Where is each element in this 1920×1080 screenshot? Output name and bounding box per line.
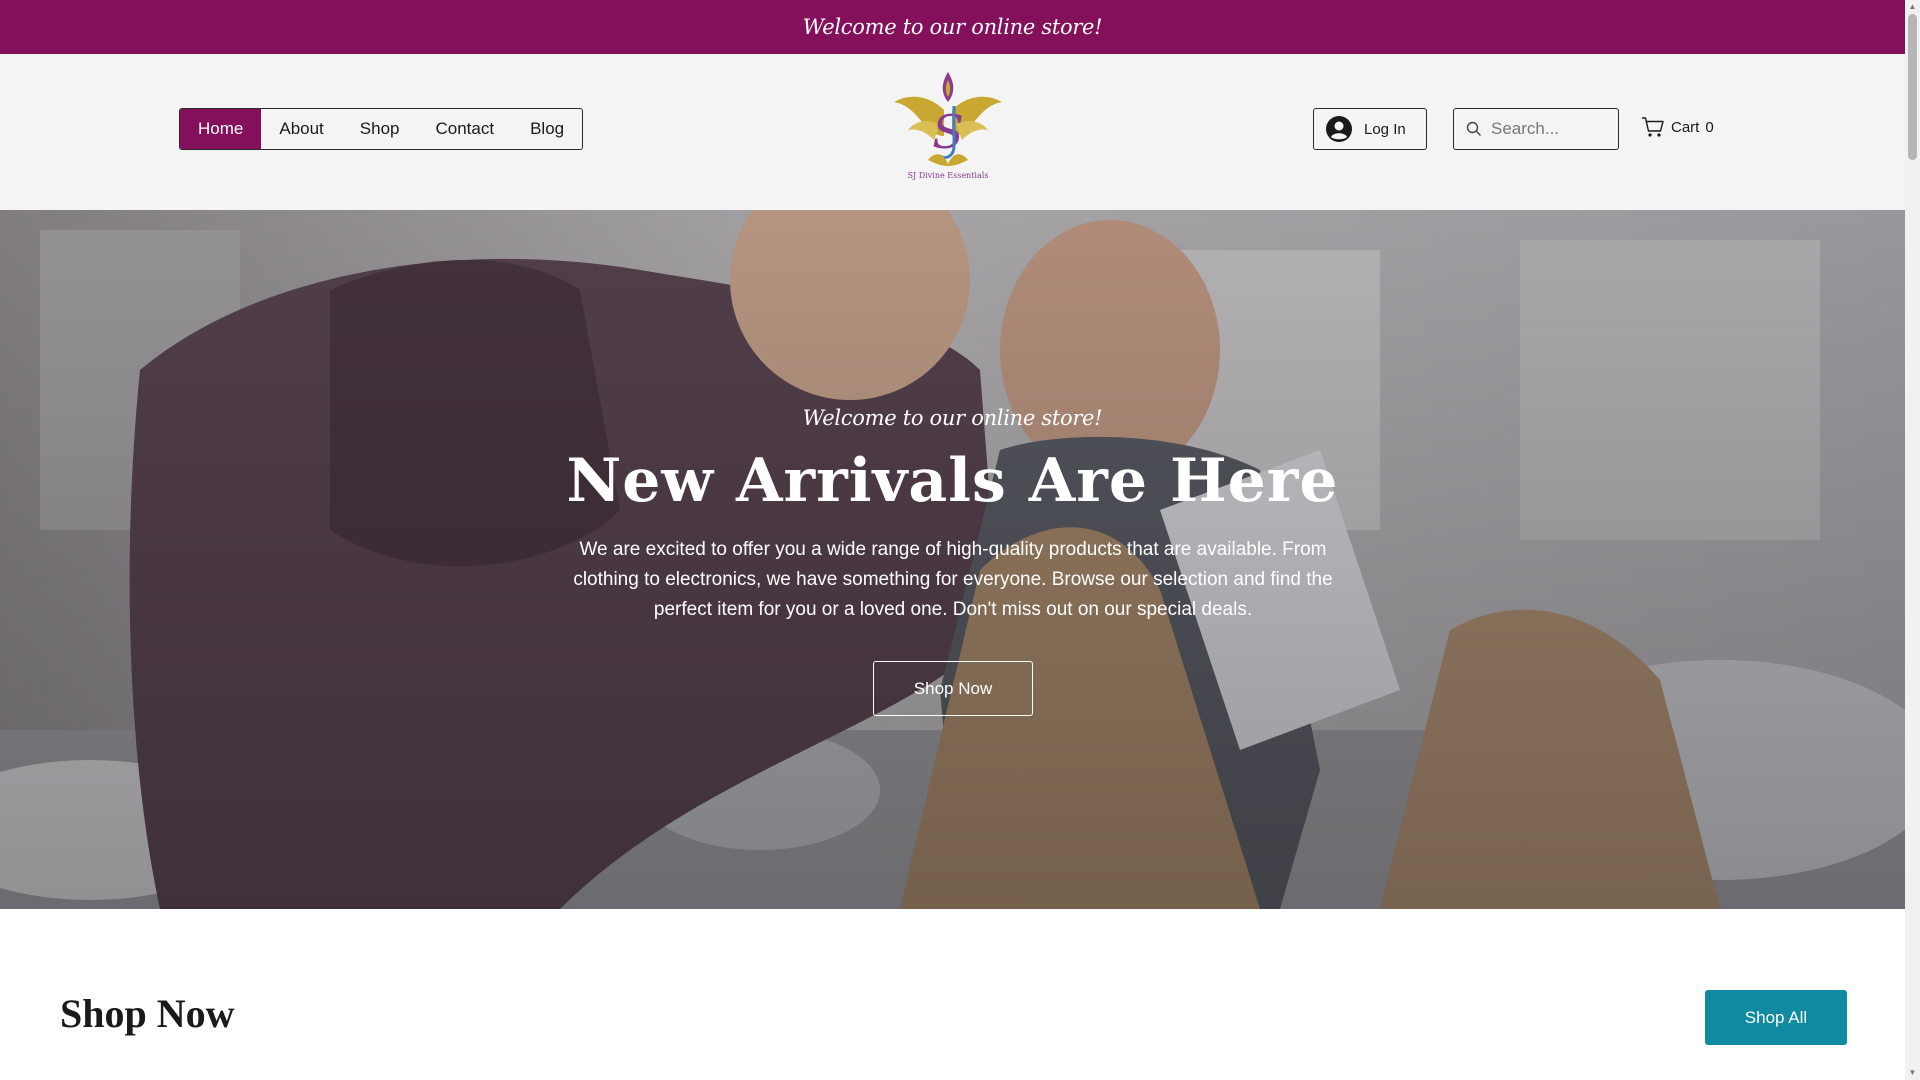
nav-item-contact[interactable]: Contact xyxy=(418,109,513,149)
login-label: Log In xyxy=(1364,120,1406,138)
svg-text:S: S xyxy=(932,105,964,159)
hero-shop-now-button[interactable]: Shop Now xyxy=(873,661,1033,716)
announcement-bar: Welcome to our online store! xyxy=(0,0,1905,54)
hero-content: Welcome to our online store! New Arrival… xyxy=(0,210,1905,909)
hero-description: We are excited to offer you a wide range… xyxy=(573,539,1333,620)
cart-button[interactable]: Cart 0 xyxy=(1641,116,1714,138)
search-input[interactable] xyxy=(1491,119,1611,139)
lotus-logo-icon: S SJ Divine Essentials xyxy=(894,72,1002,180)
search-icon xyxy=(1466,121,1481,136)
nav-item-about[interactable]: About xyxy=(261,109,341,149)
nav-item-blog[interactable]: Blog xyxy=(512,109,582,149)
cart-count: 0 xyxy=(1705,118,1714,136)
search-box[interactable] xyxy=(1453,108,1619,150)
login-button[interactable]: Log In xyxy=(1313,108,1427,150)
hero-section: Welcome to our online store! New Arrival… xyxy=(0,210,1905,909)
hero-title: New Arrivals Are Here xyxy=(566,446,1339,516)
scroll-down-arrow-icon[interactable]: ▼ xyxy=(1908,1068,1917,1077)
nav-item-shop[interactable]: Shop xyxy=(342,109,418,149)
page-scrollbar[interactable]: ▲ ▼ xyxy=(1905,0,1920,1080)
shop-section-title: Shop Now xyxy=(60,991,235,1036)
scroll-thumb[interactable] xyxy=(1908,14,1917,160)
nav-item-home[interactable]: Home xyxy=(180,109,262,149)
announcement-text: Welcome to our online store! xyxy=(802,15,1103,39)
hero-tagline: Welcome to our online store! xyxy=(802,406,1103,430)
site-header: Home About Shop Contact Blog S SJ Divine… xyxy=(0,54,1905,210)
main-nav: Home About Shop Contact Blog xyxy=(179,108,584,150)
scroll-up-arrow-icon[interactable]: ▲ xyxy=(1908,2,1917,11)
cart-icon xyxy=(1642,117,1664,137)
shop-all-button[interactable]: Shop All xyxy=(1705,990,1847,1045)
site-logo[interactable]: S SJ Divine Essentials xyxy=(884,64,1012,180)
cart-label: Cart xyxy=(1671,118,1700,136)
svg-text:SJ Divine Essentials: SJ Divine Essentials xyxy=(908,171,989,180)
user-avatar-icon xyxy=(1326,116,1352,142)
